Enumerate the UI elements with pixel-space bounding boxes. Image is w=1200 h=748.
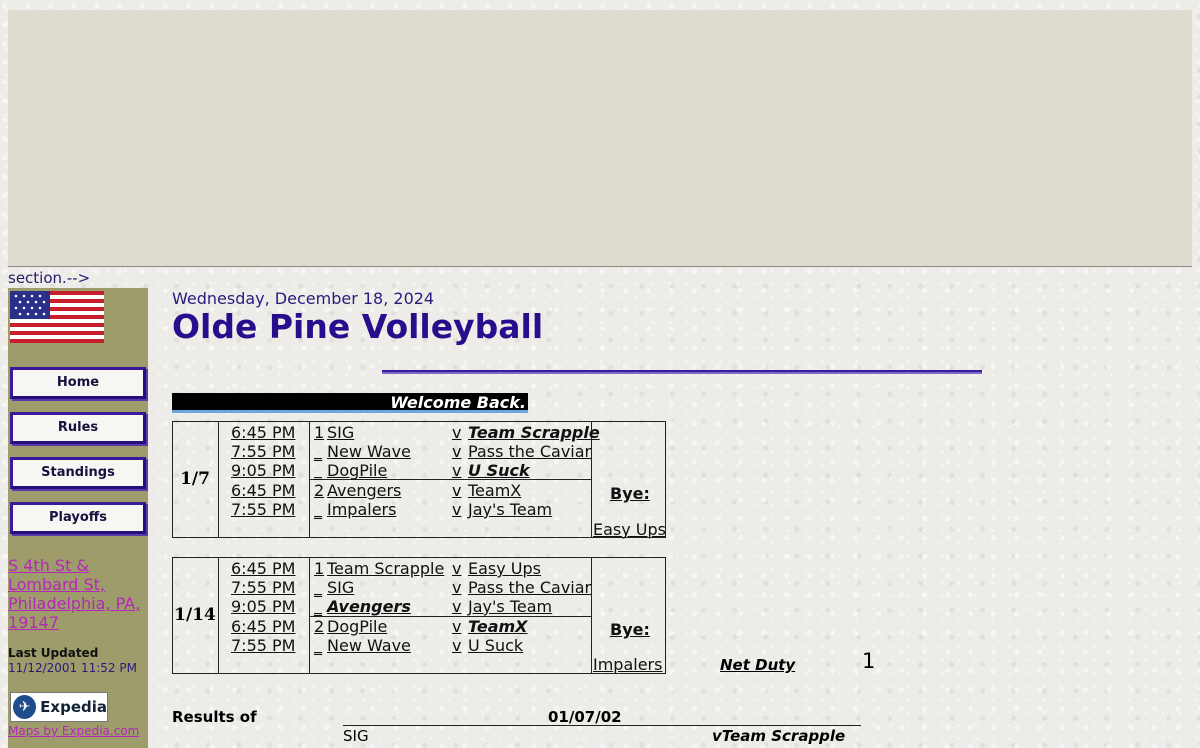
game-time[interactable]: 6:45 PM [231,559,295,578]
team-b[interactable]: Team Scrapple [468,423,600,442]
court-number: _ [314,461,322,480]
plane-icon: ✈ [13,695,37,719]
game-time[interactable]: 9:05 PM [231,461,295,480]
game-time[interactable]: 7:55 PM [231,500,295,519]
versus[interactable]: v [452,597,461,616]
versus[interactable]: v [452,423,461,442]
nav-rules-button[interactable]: Rules [10,412,146,444]
court-number[interactable]: 1 [314,423,324,442]
expedia-logo[interactable]: ✈ Expedia [10,692,108,722]
game-time[interactable]: 6:45 PM [231,617,295,636]
team-a[interactable]: DogPile [327,461,387,480]
game-time[interactable]: 6:45 PM [231,481,295,500]
game-time[interactable]: 7:55 PM [231,578,295,597]
divider [591,557,592,674]
team-b[interactable]: U Suck [468,461,530,480]
bye-label: Bye: [610,484,650,503]
nav-playoffs-button[interactable]: Playoffs [10,502,146,534]
bye-label: Bye: [610,620,650,639]
team-a[interactable]: Avengers [327,597,411,616]
sidebar: Home Rules Standings Playoffs S 4th St &… [8,288,148,748]
welcome-banner: Welcome Back. [172,393,528,413]
court-number: _ [314,597,322,616]
results-label: Results of [172,708,257,726]
bye-team-link[interactable]: Impalers [593,655,662,674]
game-time[interactable]: 6:45 PM [231,423,295,442]
address-link[interactable]: S 4th St & Lombard St, Philadelphia, PA,… [8,556,148,632]
net-duty-value: 1 [862,649,876,673]
game-time[interactable]: 7:55 PM [231,636,295,655]
versus[interactable]: v [452,636,461,655]
court-number[interactable]: 1 [314,559,324,578]
nav-standings-button[interactable]: Standings [10,457,146,489]
team-a[interactable]: New Wave [327,636,411,655]
court-number: _ [314,442,322,461]
team-b[interactable]: TeamX [468,617,528,636]
team-b[interactable]: Pass the Caviar [468,578,591,597]
last-updated-label: Last Updated [8,646,99,660]
court-number: _ [314,578,322,597]
versus[interactable]: v [452,559,461,578]
results-team-b: vTeam Scrapple [712,727,846,745]
court-number: _ [314,636,322,655]
current-date: Wednesday, December 18, 2024 [172,289,435,308]
net-duty-link[interactable]: Net Duty [720,656,795,674]
team-a[interactable]: SIG [327,578,354,597]
game-time[interactable]: 7:55 PM [231,442,295,461]
last-updated-value: 11/12/2001 11:52 PM [8,661,137,675]
versus[interactable]: v [452,500,461,519]
us-flag-icon [10,291,104,343]
maps-link[interactable]: Maps by Expedia.com [8,724,139,738]
results-date: 01/07/02 [548,708,622,726]
team-b[interactable]: U Suck [468,636,523,655]
team-a[interactable]: DogPile [327,617,387,636]
team-a[interactable]: Impalers [327,500,396,519]
team-b[interactable]: Jay's Team [468,597,552,616]
bye-team-link[interactable]: Easy Ups [593,520,666,539]
court-number[interactable]: 2 [314,617,324,636]
team-a[interactable]: Team Scrapple [327,559,444,578]
team-b[interactable]: TeamX [468,481,521,500]
page-title: Olde Pine Volleyball [172,307,544,346]
team-a[interactable]: SIG [327,423,354,442]
court-number: _ [314,500,322,519]
ad-banner [8,10,1192,267]
team-a[interactable]: Avengers [327,481,401,500]
versus[interactable]: v [452,442,461,461]
expedia-logo-text: Expedia [40,698,107,716]
versus[interactable]: v [452,481,461,500]
results-team-a: SIG [343,727,369,745]
versus[interactable]: v [452,578,461,597]
game-time[interactable]: 9:05 PM [231,597,295,616]
nav-home-button[interactable]: Home [10,367,146,399]
court-number[interactable]: 2 [314,481,324,500]
team-b[interactable]: Pass the Caviar [468,442,591,461]
versus[interactable]: v [452,617,461,636]
week-date-link[interactable]: 1/7 [172,421,219,538]
section-text: section.--> [8,269,91,287]
versus[interactable]: v [452,461,461,480]
team-b[interactable]: Jay's Team [468,500,552,519]
team-a[interactable]: New Wave [327,442,411,461]
week-date-link[interactable]: 1/14 [172,557,219,674]
divider [382,370,982,374]
team-b[interactable]: Easy Ups [468,559,541,578]
